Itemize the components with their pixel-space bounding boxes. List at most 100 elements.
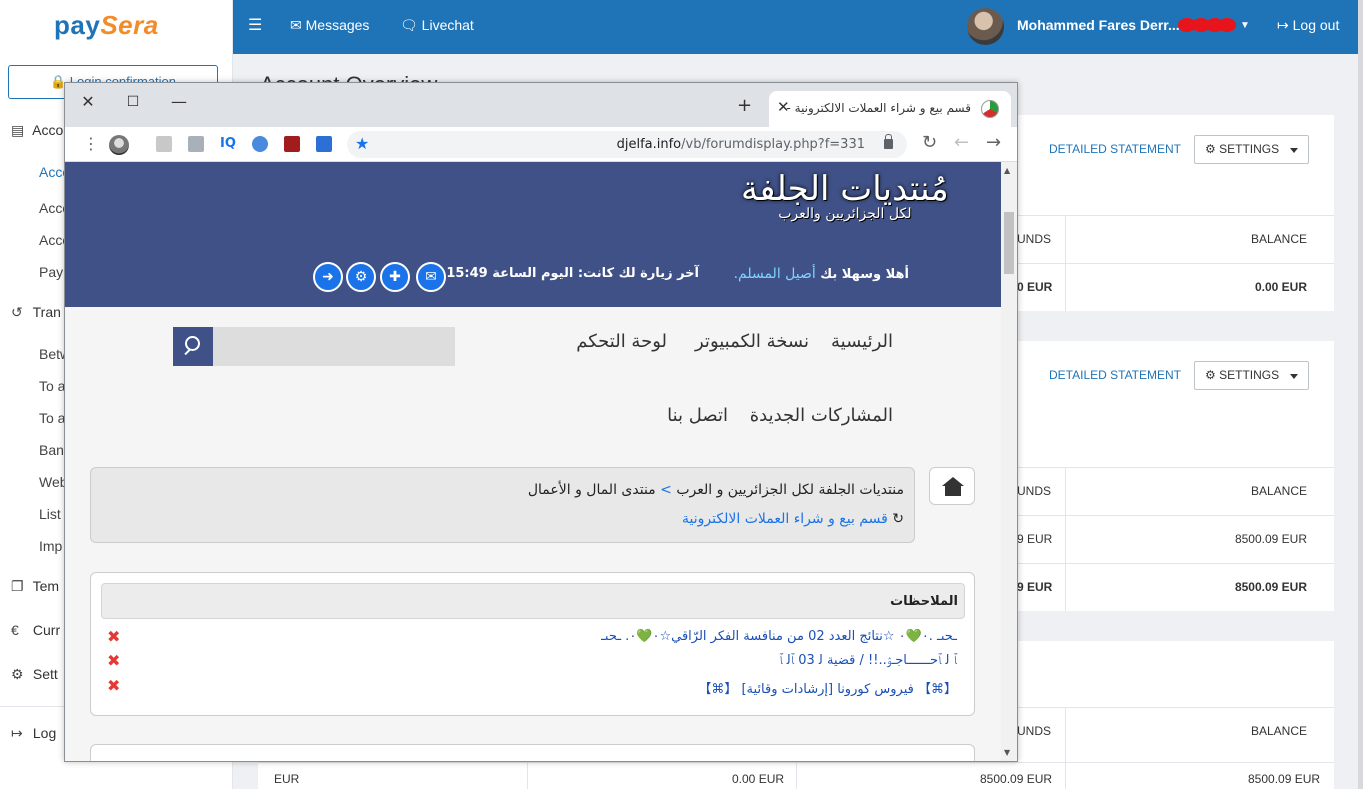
minimize-window-icon[interactable]: — [166,89,192,115]
sidebar-section-transfers[interactable]: ↺ Tran [11,304,61,321]
username-link[interactable]: أصيل المسلم. [734,266,816,282]
user-avatar[interactable] [967,8,1004,45]
forum-nav: الرئيسية نسخة الكمبيوتر لوحة التحكم المش… [65,307,1001,457]
cell-balance-total: 8500.09 EUR [1234,580,1307,594]
url-text: djelfa.info/vb/forumdisplay.php?f=331 [617,137,865,152]
refresh-icon[interactable]: ↻ [892,511,904,527]
sidebar-item-transfers-3[interactable]: To a [39,410,65,426]
browser-tab[interactable]: ✕ قسم بيع و شراء العملات الالكترونية - [769,91,1011,127]
new-tab-icon[interactable]: + [737,95,752,116]
iq-ext-icon[interactable]: IQ [220,136,236,152]
chat-icon[interactable]: ✉ [416,262,446,292]
templates-icon: ❐ [11,578,24,594]
lock-icon[interactable] [884,134,893,149]
gear-icon[interactable]: ⚙ [346,262,376,292]
ext-5-icon[interactable] [284,136,300,152]
settings-label: SETTINGS [1219,142,1280,156]
livechat-link[interactable]: 🗨 Livechat [400,17,474,34]
sidebar-section-settings[interactable]: ⚙ Sett [11,666,58,683]
scroll-down-icon[interactable]: ▼ [1004,748,1010,757]
chevron-down-icon[interactable]: ▼ [1240,20,1250,31]
sidebar-section-currency[interactable]: € Curr [11,622,60,638]
table-row: EUR 0.00 EUR 8500.09 EUR 8500.09 EUR [258,762,1334,789]
ext-2-icon[interactable] [188,136,204,152]
sidebar-item-transfers-6[interactable]: List [39,506,61,522]
url-host: djelfa.info [616,137,682,152]
sidebar-item-transfers-2[interactable]: To a [39,378,65,394]
settings-dropdown[interactable]: ⚙ SETTINGS [1194,361,1309,390]
kebab-menu-icon[interactable]: ⋮ [83,134,99,153]
close-icon[interactable]: ✖ [107,651,120,670]
close-icon[interactable]: ✖ [107,676,120,695]
bookmark-star-icon[interactable]: ★ [355,134,369,153]
table-divider [1017,563,1334,564]
sidebar-section-label: Sett [32,666,58,682]
search-input[interactable] [213,327,455,366]
close-icon[interactable]: ✖ [107,627,120,646]
welcome-prefix: أهلا وسهلا بك [820,267,909,282]
ext-1-icon[interactable] [156,136,172,152]
nav-desktop-version[interactable]: نسخة الكمبيوتر [695,331,809,352]
hamburger-menu-icon[interactable]: ☰ [248,15,262,35]
nav-new-posts[interactable]: المشاركات الجديدة [750,405,893,426]
sidebar-item-accounts-4[interactable]: Pay [39,264,63,280]
caret-down-icon [1290,374,1298,379]
avatar-ext-icon[interactable] [109,135,129,155]
logout-icon: ↦ [1277,17,1289,33]
cell-currency: EUR [274,772,300,786]
scroll-up-icon[interactable]: ▲ [1004,166,1010,175]
logout-icon[interactable]: ➜ [313,262,343,292]
logout-icon: ↦ [11,725,23,741]
ext-6-icon[interactable] [316,136,332,152]
sidebar-item-transfers-7[interactable]: Imp [39,538,62,554]
search-button[interactable] [173,327,214,366]
sidebar-section-label: Tem [32,578,60,594]
address-bar[interactable]: ★ djelfa.info/vb/forumdisplay.php?f=331 [347,131,907,158]
sidebar-section-templates[interactable]: ❐ Tem [11,578,59,595]
forum-logo[interactable]: مُنتديات الجلفة لكل الجزائريين والعرب [741,168,949,222]
browser-toolbar: ⋮ IQ ★ djelfa.info/vb/forumdisplay.php?f… [65,127,1017,162]
paysera-logo[interactable]: paySera [54,10,159,41]
note-link[interactable]: ـحىـ .٠💚٠ ☆نتائج العدد 02 من منافسة الفك… [601,629,957,644]
breadcrumb-root[interactable]: منتديات الجلفة لكل الجزائريين و العرب [676,482,904,498]
home-button[interactable] [929,467,975,505]
cell-funds: 0 EUR [1017,280,1053,294]
accounts-icon: ▤ [11,122,25,138]
maximize-window-icon[interactable]: ☐ [120,89,146,115]
nav-contact[interactable]: اتصل بنا [667,405,728,426]
detailed-statement-link[interactable]: DETAILED STATEMENT [1049,142,1181,156]
breadcrumb-current-label[interactable]: قسم بيع و شراء العملات الالكترونية [682,511,888,527]
sidebar-section-accounts[interactable]: ▤ Acco [11,122,63,139]
scrollbar-thumb[interactable] [1004,212,1014,274]
logout-button[interactable]: ↦ Log out [1277,17,1339,34]
nav-control-panel[interactable]: لوحة التحكم [576,331,667,352]
nav-home[interactable]: الرئيسية [831,331,893,352]
note-link[interactable]: ﭑ ﻟ ﭑﺣــــــاﺟـﯢ..!! / قضية ﻟ 03 ﭑﻟ ﭑ [779,653,957,668]
messages-link[interactable]: ✉ Messages [290,17,369,34]
search-icon-handle [184,348,191,356]
forum-threads-panel [90,744,975,761]
detailed-statement-link[interactable]: DETAILED STATEMENT [1049,368,1181,382]
breadcrumb-separator: > [660,482,672,498]
browser-scrollbar[interactable]: ▲ ▼ [1001,162,1017,761]
home-icon [942,477,964,486]
page-scrollbar[interactable] [1358,0,1363,789]
web-viewport: مُنتديات الجلفة لكل الجزائريين والعرب ➜ … [65,162,1001,761]
forward-arrow-icon[interactable]: → [986,132,1001,153]
cell-funds: 8500.09 EUR [980,772,1053,786]
add-user-icon[interactable]: ✚ [380,262,410,292]
sidebar-item-transfers-4[interactable]: Ban [39,442,64,458]
settings-dropdown[interactable]: ⚙ SETTINGS [1194,135,1309,164]
breadcrumb-parent[interactable]: منتدى المال و الأعمال [528,482,656,498]
user-name[interactable]: Mohammed Fares Derr... [1017,17,1180,33]
breadcrumb-current: ↻ قسم بيع و شراء العملات الالكترونية [682,511,904,527]
back-arrow-icon[interactable]: ← [954,132,969,153]
close-window-icon[interactable]: ✕ [75,89,101,115]
ext-4-icon[interactable] [252,136,268,152]
sidebar-section-logout[interactable]: ↦ Log [11,725,56,742]
note-link[interactable]: 【⌘】 فيروس كورونا [إرشادات وقائية] 【⌘】 [698,678,957,697]
caret-down-icon [1290,148,1298,153]
column-header-balance: BALANCE [1250,724,1307,738]
transfers-icon: ↺ [11,304,23,320]
reload-icon[interactable]: ↻ [922,132,937,153]
